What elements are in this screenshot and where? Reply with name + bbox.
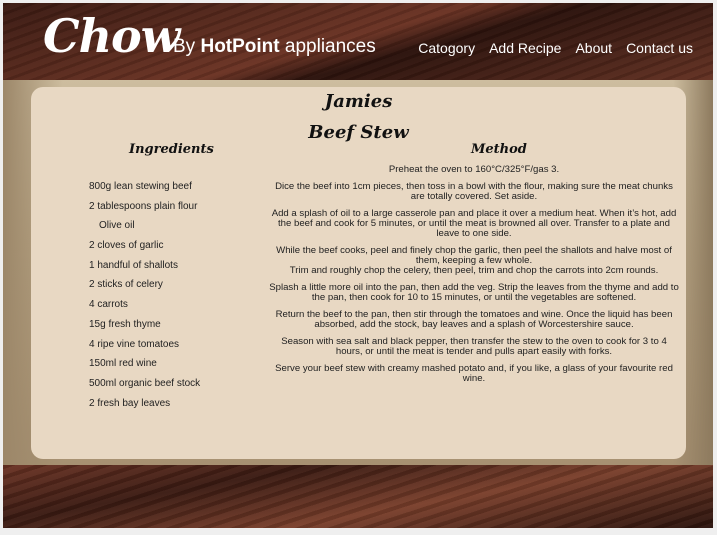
list-item: 2 sticks of celery	[89, 279, 163, 291]
method-step: Serve your beef stew with creamy mashed …	[275, 363, 673, 384]
list-item: 15g fresh thyme	[89, 318, 161, 330]
list-item: 4 carrots	[89, 299, 128, 311]
method-step: Season with sea salt and black pepper, t…	[281, 336, 667, 357]
ingredients-list: 800g lean stewing beef 2 tablespoons pla…	[89, 181, 289, 417]
site-header: Chow By HotPoint appliances Catogory Add…	[3, 3, 713, 80]
method-step: Dice the beef into 1cm pieces, then toss…	[275, 181, 673, 202]
method-step: Trim and roughly chop the celery, then p…	[289, 265, 659, 276]
method-step: While the beef cooks, peel and finely ch…	[276, 245, 672, 266]
method-steps: Preheat the oven to 160°C/325°F/gas 3. D…	[269, 165, 679, 391]
list-item: 800g lean stewing beef	[89, 181, 192, 192]
ingredients-heading: Ingredients	[129, 142, 214, 157]
recipe-title-line1: Jamies	[324, 91, 393, 112]
method-step: Add a splash of oil to a large casserole…	[271, 208, 677, 239]
method-step: Preheat the oven to 160°C/325°F/gas 3.	[388, 164, 560, 175]
site-logo[interactable]: Chow	[43, 9, 180, 63]
list-item: 1 handful of shallots	[89, 259, 178, 271]
nav-category[interactable]: Catogory	[418, 40, 475, 56]
list-item: 150ml red wine	[89, 358, 157, 370]
list-item: 4 ripe vine tomatoes	[89, 338, 180, 350]
list-item: 2 cloves of garlic	[89, 240, 164, 252]
list-item: 2 fresh bay leaves	[89, 397, 171, 409]
list-item: 500ml organic beef stock	[89, 377, 201, 389]
recipe-card: Jamies Beef Stew Ingredients Method 800g…	[31, 87, 686, 459]
nav-add-recipe[interactable]: Add Recipe	[489, 40, 561, 56]
list-item: Olive oil	[99, 220, 135, 232]
method-heading: Method	[471, 142, 527, 157]
nav-contact[interactable]: Contact us	[626, 40, 693, 56]
page-frame: Chow By HotPoint appliances Catogory Add…	[3, 3, 713, 528]
method-step: Splash a little more oil into the pan, t…	[269, 282, 679, 303]
recipe-title-line2: Beef Stew	[308, 122, 409, 143]
footer-band	[3, 465, 713, 528]
byline-by: By	[173, 36, 196, 57]
main-nav: Catogory Add Recipe About Contact us	[418, 40, 693, 56]
nav-about[interactable]: About	[575, 40, 612, 56]
brand-name: HotPoint	[200, 36, 280, 57]
brand-suffix: appliances	[284, 36, 376, 57]
list-item: 2 tablespoons plain flour	[89, 200, 198, 212]
brand-byline: By HotPoint appliances	[173, 36, 376, 58]
method-step: Return the beef to the pan, then stir th…	[275, 309, 673, 330]
